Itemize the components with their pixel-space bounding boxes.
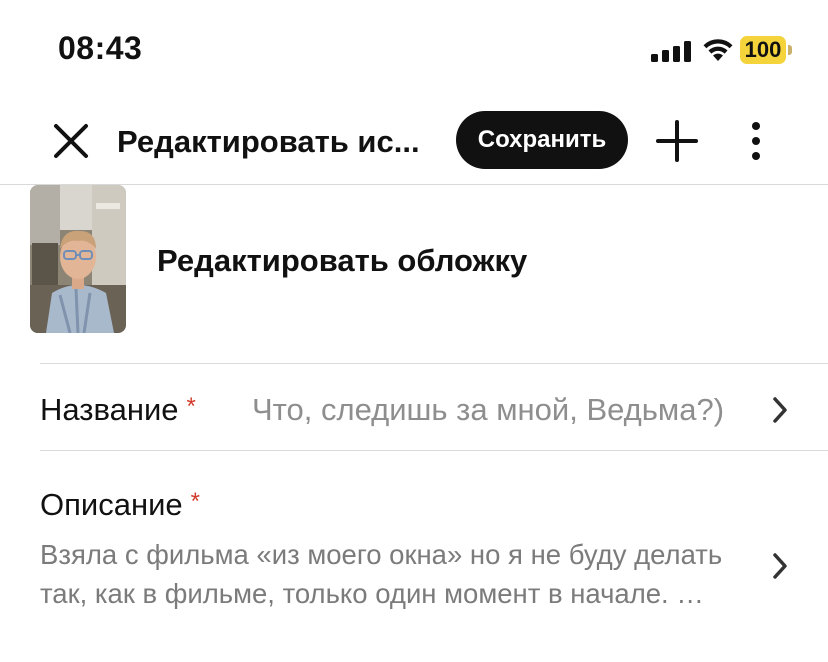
description-label-text: Описание <box>40 487 183 522</box>
title-field-value[interactable]: Что, следишь за мной, Ведьма?) <box>252 390 762 430</box>
edit-cover-label[interactable]: Редактировать обложку <box>157 241 527 281</box>
status-bar: 08:43 100 <box>0 0 828 96</box>
more-vertical-icon[interactable] <box>740 118 772 164</box>
description-field-value[interactable]: Взяла с фильма «из моего окна» но я не б… <box>40 535 740 613</box>
battery-cap <box>788 45 792 55</box>
wifi-icon <box>703 39 733 61</box>
required-marker: * <box>186 393 196 420</box>
description-field-row[interactable]: Описание * Взяла с фильма «из моего окна»… <box>0 451 828 662</box>
close-icon[interactable] <box>48 118 94 164</box>
title-field-row[interactable]: Название * Что, следишь за мной, Ведьма?) <box>0 364 828 450</box>
description-field-label: Описание * <box>40 485 200 528</box>
status-time: 08:43 <box>58 30 143 66</box>
save-button[interactable]: Сохранить <box>456 111 628 169</box>
chevron-right-icon[interactable] <box>771 551 789 581</box>
title-label-text: Название <box>40 392 179 427</box>
edit-cover-row[interactable]: Редактировать обложку <box>0 185 828 363</box>
chevron-right-icon[interactable] <box>771 395 789 425</box>
page-title: Редактировать ис... <box>117 124 420 159</box>
cellular-signal-icon <box>651 40 691 62</box>
plus-icon[interactable] <box>654 118 700 164</box>
required-marker: * <box>190 488 200 515</box>
battery-level: 100 <box>744 37 782 62</box>
title-field-label: Название * <box>40 390 196 433</box>
top-toolbar: Редактировать ис... Сохранить <box>0 96 828 184</box>
cover-thumbnail[interactable] <box>30 185 126 333</box>
battery-indicator: 100 <box>740 36 792 64</box>
